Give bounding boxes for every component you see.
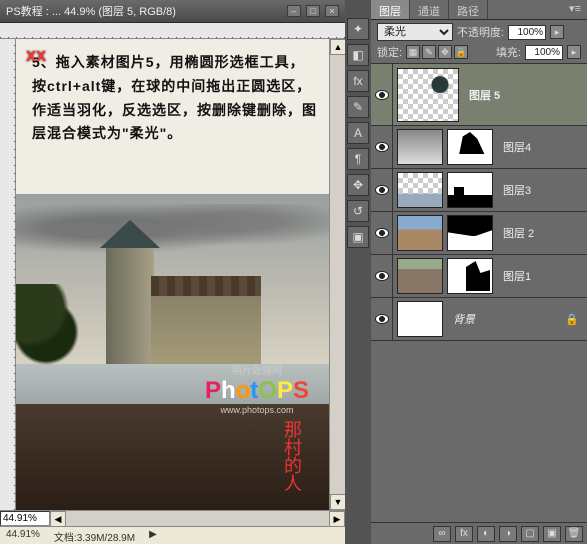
panel-menu-icon[interactable]: ▾≡ (563, 0, 587, 19)
opacity-label: 不透明度: (457, 24, 504, 40)
panel-tabs: 图层 通道 路径 ▾≡ (371, 0, 587, 20)
tool-actions-icon[interactable]: ▣ (347, 226, 369, 248)
layer-footer: ∞ fx ◐ ◑ ▢ ▣ 🗑 (371, 522, 587, 544)
tool-styles-icon[interactable]: fx (347, 70, 369, 92)
layer-list: 图层 5 图层4 图层3 图层 2 (371, 64, 587, 522)
new-layer-icon[interactable]: ▣ (543, 526, 561, 542)
status-bar: 44.91% 文档:3.39M/28.9M ▶ (0, 526, 345, 544)
visibility-toggle-icon[interactable] (375, 228, 389, 238)
link-layers-icon[interactable]: ∞ (433, 526, 451, 542)
layer-options: 柔光 不透明度: ▸ 锁定: ▦ ✎ ✥ 🔒 填充: ▸ (371, 20, 587, 64)
layer-thumbnail[interactable] (397, 172, 443, 208)
vertical-ruler[interactable] (0, 39, 16, 510)
watermark-text: xx (26, 45, 46, 66)
zoom-status: 44.91% (6, 529, 40, 542)
instruction-text: 5、拖入素材图片5，用椭圆形选框工具，按ctrl+alt键，在球的中间拖出正圆选… (16, 39, 329, 150)
delete-layer-icon[interactable]: 🗑 (565, 526, 583, 542)
fill-slider-icon[interactable]: ▸ (567, 45, 581, 59)
zoom-input[interactable] (0, 511, 50, 526)
layer-mask-icon[interactable]: ◐ (477, 526, 495, 542)
fill-label: 填充: (496, 44, 521, 60)
canvas[interactable]: xx 5、拖入素材图片5，用椭圆形选框工具，按ctrl+alt键，在球的中间拖出… (16, 39, 329, 510)
tool-brush-icon[interactable]: ✎ (347, 96, 369, 118)
opacity-input[interactable] (508, 25, 546, 40)
lock-pixels-icon[interactable]: ✎ (422, 45, 436, 59)
tab-layers[interactable]: 图层 (371, 0, 410, 19)
layer-mask-thumbnail[interactable] (447, 129, 493, 165)
visibility-toggle-icon[interactable] (375, 314, 389, 324)
visibility-toggle-icon[interactable] (375, 271, 389, 281)
lock-icon: 🔒 (565, 313, 579, 326)
layer-name-label[interactable]: 图层 2 (497, 225, 587, 241)
layer-name-label[interactable]: 背景 (447, 311, 565, 327)
scroll-up-arrow[interactable]: ▲ (330, 39, 346, 55)
document-titlebar[interactable]: PS教程 : ... 44.9% (图层 5, RGB/8) – □ × (0, 0, 345, 23)
layer-thumbnail[interactable] (397, 215, 443, 251)
doc-size-status: 文档:3.39M/28.9M (54, 529, 135, 542)
vertical-toolstrip: ✦ ◧ fx ✎ A ¶ ✥ ↺ ▣ (345, 0, 371, 544)
minimize-button[interactable]: – (287, 5, 301, 17)
new-group-icon[interactable]: ▢ (521, 526, 539, 542)
layer-name-label[interactable]: 图层1 (497, 268, 587, 284)
horizontal-ruler[interactable] (0, 23, 345, 39)
layer-row[interactable]: 图层 2 (371, 212, 587, 255)
scroll-left-arrow[interactable]: ◀ (50, 511, 66, 527)
layer-row[interactable]: 图层1 (371, 255, 587, 298)
blend-mode-select[interactable]: 柔光 (377, 23, 453, 41)
layer-mask-thumbnail[interactable] (447, 258, 493, 294)
visibility-toggle-icon[interactable] (375, 142, 389, 152)
layer-thumbnail[interactable] (397, 129, 443, 165)
scroll-down-arrow[interactable]: ▼ (330, 494, 346, 510)
layer-thumbnail[interactable] (397, 68, 459, 122)
layer-thumbnail[interactable] (397, 301, 443, 337)
tool-character-icon[interactable]: A (347, 122, 369, 144)
tool-navigator-icon[interactable]: ✦ (347, 18, 369, 40)
window-buttons: – □ × (285, 5, 339, 17)
maximize-button[interactable]: □ (306, 5, 320, 17)
tab-paths[interactable]: 路径 (449, 0, 488, 19)
layer-name-label[interactable]: 图层 5 (463, 87, 587, 103)
tool-history-icon[interactable]: ↺ (347, 200, 369, 222)
artist-stamp: 那村的人 (279, 420, 305, 492)
lock-all-icon[interactable]: 🔒 (454, 45, 468, 59)
tool-paragraph-icon[interactable]: ¶ (347, 148, 369, 170)
layer-row[interactable]: 图层4 (371, 126, 587, 169)
tool-swatches-icon[interactable]: ◧ (347, 44, 369, 66)
lock-label: 锁定: (377, 44, 402, 60)
layer-row[interactable]: 图层 5 (371, 64, 587, 126)
layer-name-label[interactable]: 图层4 (497, 139, 587, 155)
photops-logo: 照片处理网 PhotOPS www.photops.com (205, 362, 309, 415)
fill-input[interactable] (525, 45, 563, 60)
layer-thumbnail[interactable] (397, 258, 443, 294)
layer-name-label[interactable]: 图层3 (497, 182, 587, 198)
adjustment-layer-icon[interactable]: ◑ (499, 526, 517, 542)
visibility-toggle-icon[interactable] (375, 185, 389, 195)
tool-move-icon[interactable]: ✥ (347, 174, 369, 196)
lock-position-icon[interactable]: ✥ (438, 45, 452, 59)
opacity-slider-icon[interactable]: ▸ (550, 25, 564, 39)
layers-panel: 图层 通道 路径 ▾≡ 柔光 不透明度: ▸ 锁定: ▦ ✎ ✥ 🔒 填充: ▸ (371, 0, 587, 544)
document-window: PS教程 : ... 44.9% (图层 5, RGB/8) – □ × xx … (0, 0, 345, 544)
composite-scene: 照片处理网 PhotOPS www.photops.com 那村的人 (16, 194, 329, 510)
layer-mask-thumbnail[interactable] (447, 172, 493, 208)
lock-transparency-icon[interactable]: ▦ (406, 45, 420, 59)
horizontal-scrollbar[interactable]: ◀ ▶ (50, 511, 345, 526)
document-title-text: PS教程 : ... 44.9% (图层 5, RGB/8) (6, 3, 176, 19)
layer-row[interactable]: 图层3 (371, 169, 587, 212)
layer-row[interactable]: 背景 🔒 (371, 298, 587, 341)
layer-effects-icon[interactable]: fx (455, 526, 473, 542)
status-arrow-icon[interactable]: ▶ (149, 529, 157, 542)
visibility-toggle-icon[interactable] (375, 90, 389, 100)
layer-mask-thumbnail[interactable] (447, 215, 493, 251)
vertical-scrollbar[interactable]: ▲ ▼ (329, 39, 345, 510)
scroll-right-arrow[interactable]: ▶ (329, 511, 345, 527)
close-button[interactable]: × (325, 5, 339, 17)
tab-channels[interactable]: 通道 (410, 0, 449, 19)
